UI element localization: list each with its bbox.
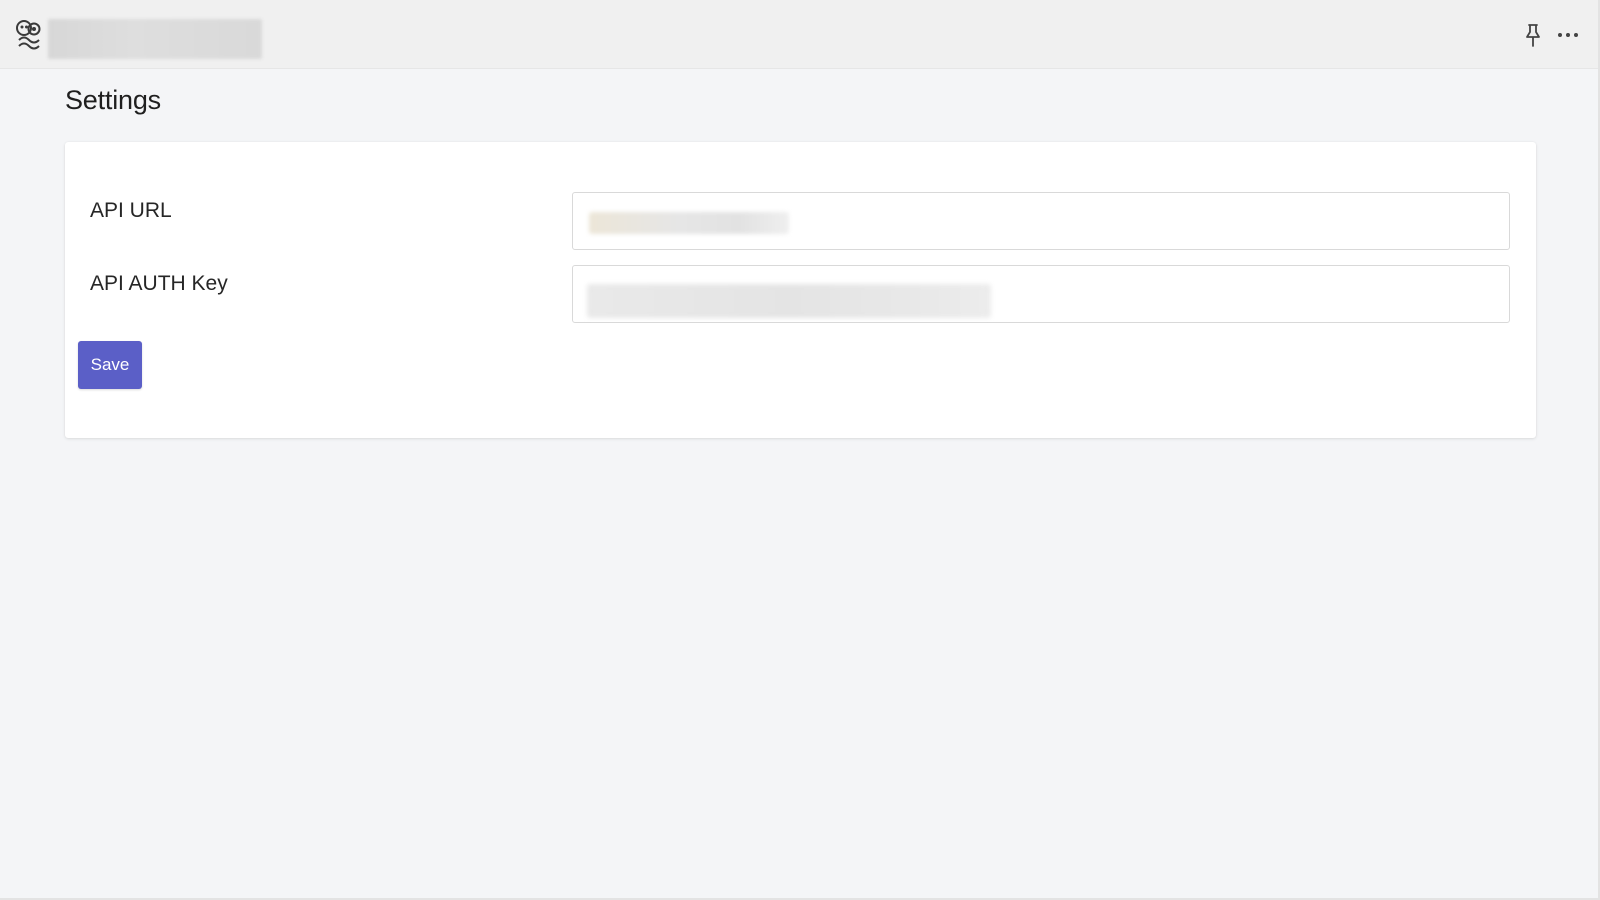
bot-settings-icon — [15, 19, 42, 51]
page-title: Settings — [65, 85, 161, 115]
save-button[interactable]: Save — [78, 341, 142, 389]
app-header — [0, 0, 1598, 69]
api-url-label: API URL — [90, 199, 172, 222]
api-url-input[interactable] — [572, 192, 1510, 250]
api-auth-key-input[interactable] — [572, 265, 1510, 323]
more-options-icon[interactable] — [1554, 22, 1582, 48]
settings-card: API URL API AUTH Key Save — [65, 142, 1536, 438]
api-auth-key-label: API AUTH Key — [90, 272, 228, 295]
app-name-redacted — [48, 19, 262, 59]
app-window: Settings API URL API AUTH Key Save — [0, 0, 1600, 900]
pin-icon[interactable] — [1522, 22, 1544, 48]
